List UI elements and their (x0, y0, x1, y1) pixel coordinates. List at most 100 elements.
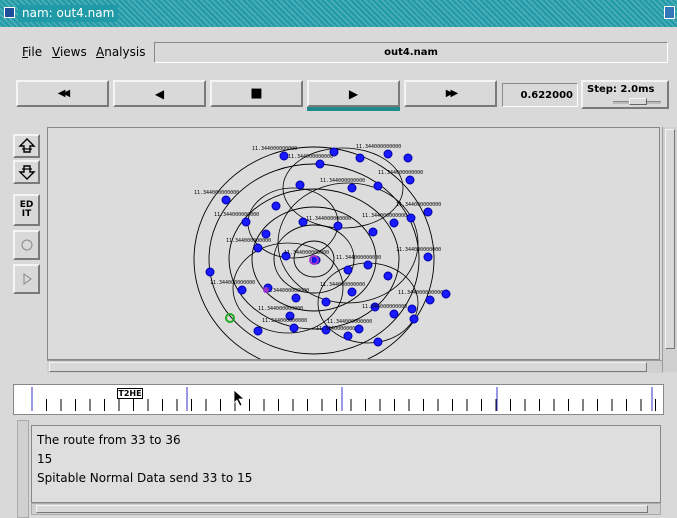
network-node[interactable] (291, 293, 301, 303)
node-label: 11.344000000000 (226, 238, 271, 244)
network-node[interactable] (405, 175, 415, 185)
network-node[interactable] (383, 271, 393, 281)
circle-icon (21, 239, 32, 251)
network-node[interactable] (261, 229, 271, 239)
node-label: 11.344000000000 (378, 170, 423, 176)
timeline-marker[interactable]: T2HE (117, 388, 143, 399)
log-horizontal-scrollbar[interactable] (31, 503, 661, 515)
log-line: The route from 33 to 36 (37, 433, 181, 447)
menu-analysis[interactable]: Analysis (96, 45, 145, 59)
triangle-right-icon (23, 273, 32, 285)
tool-column: ED IT (13, 122, 40, 364)
window-titlebar[interactable]: nam: out4.nam (0, 0, 677, 27)
network-node[interactable] (289, 323, 299, 333)
route-node[interactable] (263, 287, 269, 293)
canvas-horizontal-scroll-thumb[interactable] (49, 362, 647, 372)
step-back-button[interactable]: ◀ (113, 80, 206, 107)
network-node[interactable] (333, 221, 343, 231)
canvas-horizontal-scrollbar[interactable] (47, 360, 662, 373)
play-icon: ▶ (348, 86, 359, 101)
network-node[interactable] (389, 309, 399, 319)
node-label: 11.344000000000 (396, 202, 441, 208)
network-node[interactable] (347, 287, 357, 297)
step-slider-thumb[interactable] (629, 98, 647, 105)
fast-forward-button[interactable]: ▶▶ (404, 80, 497, 107)
destination-node[interactable] (225, 313, 235, 323)
network-node[interactable] (425, 295, 435, 305)
node-label: 11.344000000000 (356, 144, 401, 150)
play-button[interactable]: ▶ (307, 80, 400, 107)
node-label: 11.344000000000 (396, 247, 441, 253)
network-node[interactable] (321, 297, 331, 307)
forward-tool-button[interactable] (13, 264, 40, 294)
timeline-ticks[interactable] (14, 385, 663, 414)
network-node[interactable] (363, 260, 373, 270)
network-node[interactable] (409, 314, 419, 324)
maximize-icon[interactable] (664, 6, 675, 19)
menu-analysis-label: nalysis (104, 45, 146, 59)
network-node[interactable] (383, 149, 393, 159)
window-title-wrap: nam: out4.nam (18, 5, 119, 22)
current-time-display: 0.622000 (502, 83, 578, 107)
network-node[interactable] (389, 218, 399, 228)
network-node[interactable] (241, 217, 251, 227)
timeline-slider[interactable]: T2HE (13, 384, 664, 415)
network-node[interactable] (343, 265, 353, 275)
log-line: 15 (37, 452, 53, 466)
stop-button[interactable]: ■ (210, 80, 303, 107)
node-label: 11.344000000000 (262, 318, 307, 324)
zoom-in-button[interactable] (13, 134, 40, 158)
network-node[interactable] (205, 267, 215, 277)
node-label: 11.344000000000 (194, 190, 239, 196)
network-node[interactable] (237, 285, 247, 295)
log-vertical-scrollbar[interactable] (17, 420, 29, 518)
record-button[interactable] (13, 230, 40, 260)
network-node[interactable] (406, 213, 416, 223)
zoom-out-button[interactable] (13, 160, 40, 184)
network-node[interactable] (279, 151, 289, 161)
network-node[interactable] (355, 153, 365, 163)
network-node[interactable] (403, 153, 413, 163)
network-node[interactable] (221, 195, 231, 205)
network-node[interactable] (295, 180, 305, 190)
menu-views-mnemonic: V (52, 45, 60, 59)
node-label: 11.344000000000 (336, 255, 381, 261)
network-node[interactable] (315, 159, 325, 169)
network-canvas[interactable]: 11.344000000000 11.344000000000 11.3440000… (47, 127, 660, 360)
network-node[interactable] (347, 183, 357, 193)
network-node[interactable] (373, 181, 383, 191)
network-node[interactable] (423, 252, 433, 262)
menu-file-label: ile (28, 45, 43, 59)
rewind-button[interactable]: ◀◀ (16, 80, 109, 107)
menu-analysis-mnemonic: A (96, 45, 105, 59)
log-line: Spitable Normal Data send 33 to 15 (37, 471, 253, 485)
node-label: 11.344000000000 (320, 178, 365, 184)
network-node[interactable] (407, 304, 417, 314)
network-node[interactable] (373, 337, 383, 347)
step-label: Step: 2.0ms (587, 84, 655, 95)
network-node[interactable] (253, 243, 263, 253)
node-label: 11.344000000000 (316, 326, 361, 332)
node-label: 11.344000000000 (214, 212, 259, 218)
edit-button[interactable]: ED IT (13, 194, 40, 226)
network-node[interactable] (441, 289, 451, 299)
canvas-vertical-scrollbar[interactable] (662, 127, 677, 372)
network-node[interactable] (354, 324, 364, 334)
network-node[interactable] (423, 207, 433, 217)
window-title: nam: out4.nam (22, 6, 115, 20)
network-node[interactable] (368, 227, 378, 237)
menu-views[interactable]: Views (52, 45, 87, 59)
log-panel: The route from 33 to 36 15 Spitable Norm… (31, 425, 661, 503)
network-node[interactable] (271, 201, 281, 211)
network-topology[interactable]: 11.344000000000 11.344000000000 11.3440000… (48, 128, 659, 359)
menu-file[interactable]: File (22, 45, 42, 59)
step-control[interactable]: Step: 2.0ms (581, 80, 669, 109)
node-label: 11.344000000000 (398, 290, 443, 296)
node-label: 11.344000000000 (362, 304, 407, 310)
canvas-vertical-scroll-thumb[interactable] (665, 129, 675, 349)
network-node[interactable] (253, 326, 263, 336)
log-horizontal-scroll-thumb[interactable] (36, 505, 648, 513)
window-menu-icon[interactable] (4, 7, 15, 18)
network-node[interactable] (343, 331, 353, 341)
step-back-icon: ◀ (154, 86, 165, 101)
